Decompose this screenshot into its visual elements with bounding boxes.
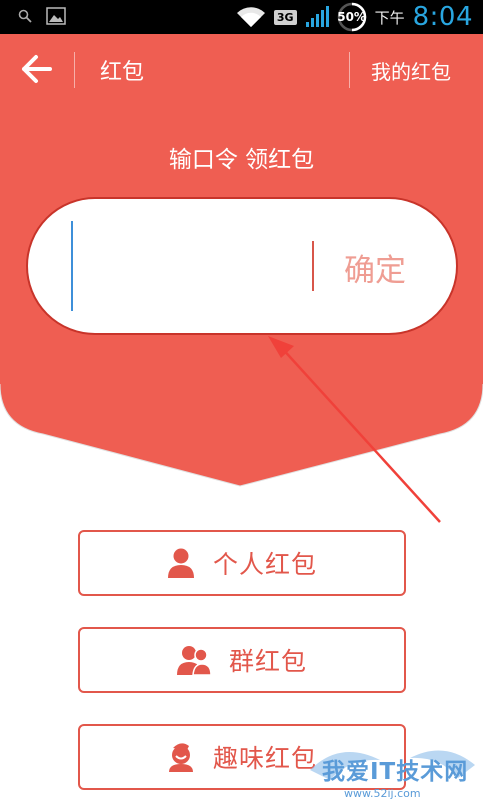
group-icon (176, 646, 211, 675)
watermark-site: www.52ij.com (344, 787, 421, 800)
option-label: 个人红包 (212, 550, 317, 579)
personal-hongbao-button[interactable]: 个人红包 (78, 530, 406, 596)
person-icon (167, 548, 194, 578)
fun-face-icon (168, 743, 193, 772)
watermark-text: 我爱IT技术网 (322, 759, 469, 785)
group-hongbao-button[interactable]: 群红包 (78, 627, 406, 693)
option-label: 群红包 (228, 647, 307, 676)
